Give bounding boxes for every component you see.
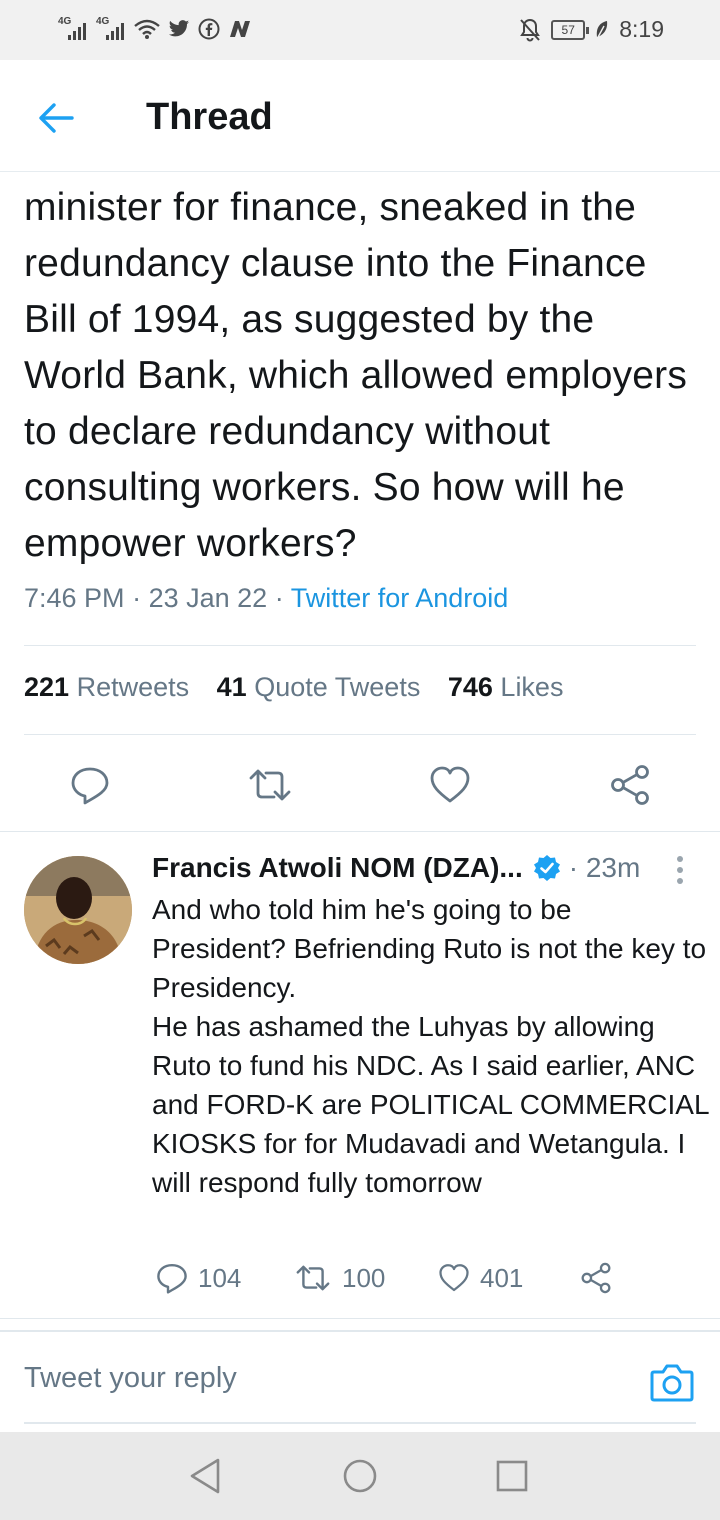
- battery-icon: 57: [551, 19, 590, 40]
- reply-header: Francis Atwoli NOM (DZA)... · 23m: [152, 852, 640, 884]
- reply-author-name[interactable]: Francis Atwoli NOM (DZA)...: [152, 852, 523, 884]
- app-header: Thread: [0, 60, 720, 172]
- quote-tweets-label: Quote Tweets: [254, 672, 421, 702]
- nav-recents-icon[interactable]: [490, 1454, 534, 1498]
- clock: 8:19: [619, 16, 664, 42]
- tweet-text: minister for finance, sneaked in the red…: [24, 186, 688, 565]
- avatar-image: [24, 856, 132, 964]
- page-title: Thread: [146, 96, 273, 138]
- reply-reply-count: 104: [198, 1262, 242, 1293]
- reply-text-line: He has ashamed the Luhyas by allowing Ru…: [152, 1011, 709, 1198]
- retweets-label: Retweets: [76, 672, 190, 702]
- tweet-stats: 221 Retweets 41 Quote Tweets 746 Likes: [24, 672, 563, 703]
- composer-underline: [24, 1422, 696, 1424]
- tweet-meta: 7:46 PM · 23 Jan 22 · Twitter for Androi…: [24, 583, 508, 614]
- reply-actions: 104 100 401: [152, 1258, 632, 1298]
- leaf-icon: [596, 20, 608, 39]
- reply-age: · 23m: [568, 852, 641, 883]
- signal-icon: 4G: [58, 16, 88, 42]
- battery-level: 57: [561, 22, 575, 37]
- reply-icon: [71, 767, 109, 805]
- meta-separator: ·: [274, 583, 291, 613]
- status-bar: 4G 4G 57 8:19: [0, 0, 720, 60]
- retweet-icon: [296, 1265, 330, 1291]
- meta-separator: ·: [132, 583, 149, 613]
- mute-icon: [520, 18, 541, 41]
- retweets-stat[interactable]: 221 Retweets: [24, 672, 189, 702]
- nav-home-icon[interactable]: [338, 1454, 382, 1498]
- reply-text: And who told him he's going to be Presid…: [152, 890, 712, 1202]
- verified-badge-icon: [533, 855, 560, 881]
- reply-like-count: 401: [480, 1262, 524, 1293]
- likes-stat[interactable]: 746 Likes: [448, 672, 564, 702]
- more-options-icon[interactable]: [670, 854, 690, 886]
- status-left: 4G 4G: [58, 16, 252, 42]
- retweet-icon: [249, 769, 291, 801]
- reply-composer: Tweet your reply: [0, 1330, 720, 1432]
- heart-icon: [439, 1264, 469, 1292]
- divider: [0, 1318, 720, 1319]
- camera-icon[interactable]: [648, 1358, 696, 1406]
- like-button[interactable]: [420, 755, 480, 815]
- likes-label: Likes: [500, 672, 564, 702]
- reply-reply-button[interactable]: 104: [156, 1258, 241, 1298]
- twitter-icon: [168, 20, 190, 37]
- system-nav-bar: [0, 1432, 720, 1520]
- divider: [24, 645, 696, 646]
- retweets-count: 221: [24, 672, 70, 702]
- share-icon: [581, 1262, 611, 1294]
- tweet-source-link[interactable]: Twitter for Android: [291, 583, 509, 613]
- reply-like-button[interactable]: 401: [438, 1258, 523, 1298]
- share-button[interactable]: [600, 755, 660, 815]
- tweet-actions: [0, 755, 720, 815]
- quote-tweets-count: 41: [216, 672, 247, 702]
- divider: [0, 831, 720, 832]
- arrow-left-icon[interactable]: [34, 96, 78, 140]
- facebook-icon: [198, 18, 220, 40]
- quote-tweets-stat[interactable]: 41 Quote Tweets: [217, 672, 421, 702]
- wifi-icon: [134, 19, 160, 39]
- reply-button[interactable]: [60, 755, 120, 815]
- reply-retweet-button[interactable]: 100: [294, 1258, 385, 1298]
- share-icon: [611, 765, 649, 805]
- reply-retweet-count: 100: [342, 1262, 386, 1293]
- tweet-date: 23 Jan 22: [148, 583, 268, 613]
- likes-count: 746: [447, 672, 493, 702]
- n-app-icon: [230, 21, 250, 37]
- reply-text-line: And who told him he's going to be Presid…: [152, 894, 707, 1003]
- reply-share-button[interactable]: [580, 1258, 612, 1298]
- tweet-time: 7:46 PM: [24, 583, 125, 613]
- status-right: 57 8:19: [519, 16, 664, 43]
- reply-input[interactable]: Tweet your reply: [24, 1362, 237, 1395]
- avatar[interactable]: [24, 856, 132, 964]
- reply-icon: [157, 1264, 187, 1294]
- reply-age-value: 23m: [585, 852, 641, 883]
- signal-icon-2: 4G: [96, 16, 126, 42]
- retweet-button[interactable]: [240, 755, 300, 815]
- nav-back-icon[interactable]: [184, 1454, 228, 1498]
- heart-icon: [430, 766, 470, 803]
- divider: [24, 734, 696, 735]
